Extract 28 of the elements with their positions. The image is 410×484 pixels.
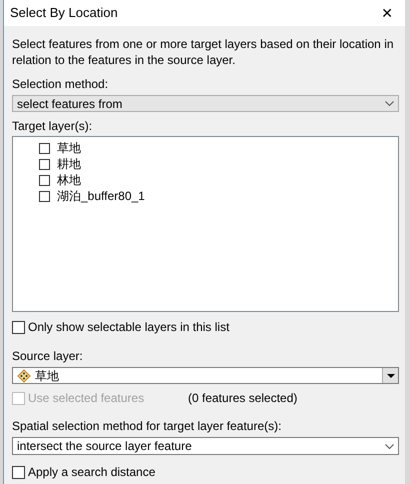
checkbox[interactable] — [39, 142, 50, 154]
checkbox-label: Use selected features — [28, 390, 144, 407]
close-button[interactable]: ✕ — [375, 6, 399, 20]
point-layer-icon — [17, 368, 31, 382]
checkbox-label: Apply a search distance — [28, 464, 156, 481]
field-label: Source layer: — [12, 349, 84, 363]
field-label: Selection method: — [12, 77, 110, 91]
selection-count: (0 features selected) — [188, 390, 298, 407]
layer-name: 林地 — [57, 172, 81, 189]
checkbox-label: Only show selectable layers in this list — [28, 319, 230, 336]
checkbox[interactable] — [39, 190, 50, 202]
field-label: Target layer(s): — [12, 119, 94, 133]
selection-method-dropdown[interactable]: select features from — [12, 95, 399, 112]
description: Select features from one or more target layers based on their location in relation to the features in the source layer. — [12, 36, 395, 68]
spatial-method-dropdown[interactable]: intersect the source layer feature — [12, 437, 399, 455]
field-label: Spatial selection method for target layer feature(s): — [12, 419, 282, 433]
layer-name: 湖泊_buffer80_1 — [57, 188, 145, 205]
window-title: Select By Location — [10, 4, 118, 22]
dropdown-value: 草地 — [35, 368, 59, 384]
checkbox[interactable] — [39, 174, 50, 186]
checkbox[interactable] — [12, 466, 25, 478]
source-layer-dropdown[interactable]: 草地 — [12, 367, 399, 384]
layer-name: 草地 — [57, 140, 81, 157]
layer-name: 耕地 — [57, 156, 81, 173]
checkbox[interactable] — [12, 320, 25, 334]
chevron-down-icon — [385, 101, 394, 106]
checkbox[interactable] — [39, 158, 50, 170]
chevron-down-icon — [385, 444, 394, 448]
